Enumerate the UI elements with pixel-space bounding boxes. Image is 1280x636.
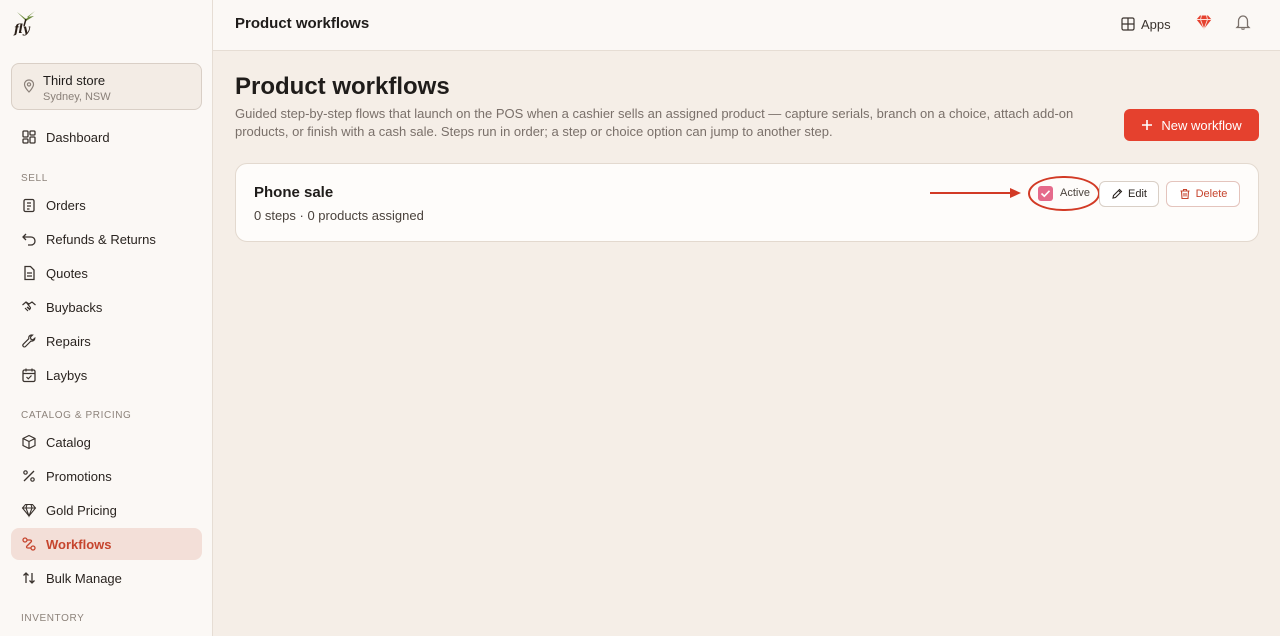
- sidebar: fly Third store Sydney, NSW Dashboard SE…: [0, 0, 213, 636]
- edit-label: Edit: [1128, 188, 1147, 200]
- sidebar-item-label: Dashboard: [46, 130, 110, 145]
- active-checkbox[interactable]: [1038, 186, 1053, 201]
- sidebar-item-workflows[interactable]: Workflows: [11, 528, 202, 560]
- sidebar-item-label: Refunds & Returns: [46, 232, 156, 247]
- workflow-icon: [22, 537, 36, 551]
- sidebar-item-orders[interactable]: Orders: [11, 189, 202, 221]
- sidebar-item-label: Gold Pricing: [46, 503, 117, 518]
- sidebar-item-repairs[interactable]: Repairs: [11, 325, 202, 357]
- sidebar-item-label: Workflows: [46, 537, 112, 552]
- sidebar-item-laybys[interactable]: Laybys: [11, 359, 202, 391]
- sidebar-item-dashboard[interactable]: Dashboard: [11, 121, 202, 153]
- pencil-icon: [1112, 188, 1123, 199]
- plus-icon: [1142, 120, 1153, 130]
- apps-button[interactable]: Apps: [1121, 14, 1171, 34]
- handshake-icon: [22, 301, 36, 312]
- page-description: Guided step-by-step flows that launch on…: [235, 106, 1074, 139]
- sidebar-item-gold-pricing[interactable]: Gold Pricing: [11, 494, 202, 526]
- diamond-icon: [21, 503, 37, 518]
- gem-icon[interactable]: [1195, 13, 1213, 31]
- box-icon: [22, 434, 36, 450]
- sidebar-item-quotes[interactable]: Quotes: [11, 257, 202, 289]
- page-title: Product workflows: [235, 73, 450, 100]
- workflow-name: Phone sale: [254, 184, 334, 201]
- undo-icon: [22, 233, 36, 246]
- brand-logo-text: fly: [14, 22, 30, 36]
- sidebar-item-label: Repairs: [46, 334, 91, 349]
- sort-arrows-icon: [23, 572, 35, 584]
- percent-icon: [23, 470, 35, 482]
- apps-label: Apps: [1141, 16, 1171, 32]
- workflow-meta: 0 steps · 0 products assigned: [254, 208, 424, 223]
- sidebar-item-promotions[interactable]: Promotions: [11, 460, 202, 492]
- section-label-catalog-pricing: CATALOG & PRICING: [21, 410, 132, 421]
- sidebar-item-label: Promotions: [46, 469, 112, 484]
- sidebar-item-refunds-returns[interactable]: Refunds & Returns: [11, 223, 202, 255]
- store-selector[interactable]: Third store Sydney, NSW: [11, 63, 202, 110]
- clipboard-icon: [23, 198, 35, 213]
- bell-icon[interactable]: [1234, 13, 1252, 31]
- calendar-check-icon: [22, 368, 36, 383]
- sidebar-item-label: Orders: [46, 198, 86, 213]
- active-label: Active: [1060, 187, 1090, 199]
- section-label-inventory: INVENTORY: [21, 613, 85, 624]
- document-icon: [24, 265, 35, 281]
- sidebar-item-label: Buybacks: [46, 300, 103, 315]
- sidebar-item-catalog[interactable]: Catalog: [11, 426, 202, 458]
- header-title: Product workflows: [235, 15, 370, 32]
- annotation-arrow: [930, 188, 1021, 198]
- wrench-icon: [22, 334, 36, 348]
- trash-icon: [1180, 188, 1190, 200]
- location-pin-icon: [23, 79, 35, 93]
- section-label-sell: SELL: [21, 173, 48, 184]
- top-bar: Product workflows Apps: [213, 0, 1280, 51]
- sidebar-item-label: Laybys: [46, 368, 88, 383]
- delete-label: Delete: [1195, 188, 1228, 200]
- new-workflow-label: New workflow: [1161, 117, 1242, 133]
- edit-button[interactable]: Edit: [1099, 181, 1159, 207]
- delete-button[interactable]: Delete: [1166, 181, 1240, 207]
- sidebar-item-bulk-manage[interactable]: Bulk Manage: [11, 562, 202, 594]
- store-location: Sydney, NSW: [43, 91, 111, 103]
- sidebar-item-label: Catalog: [46, 435, 91, 450]
- store-name: Third store: [43, 73, 106, 88]
- sidebar-item-label: Bulk Manage: [46, 571, 122, 586]
- new-workflow-button[interactable]: New workflow: [1124, 109, 1259, 141]
- grid-icon: [1121, 17, 1135, 31]
- check-icon: [1040, 190, 1051, 198]
- dashboard-icon: [22, 130, 36, 144]
- sidebar-item-label: Quotes: [46, 266, 88, 281]
- sidebar-item-buybacks[interactable]: Buybacks: [11, 291, 202, 323]
